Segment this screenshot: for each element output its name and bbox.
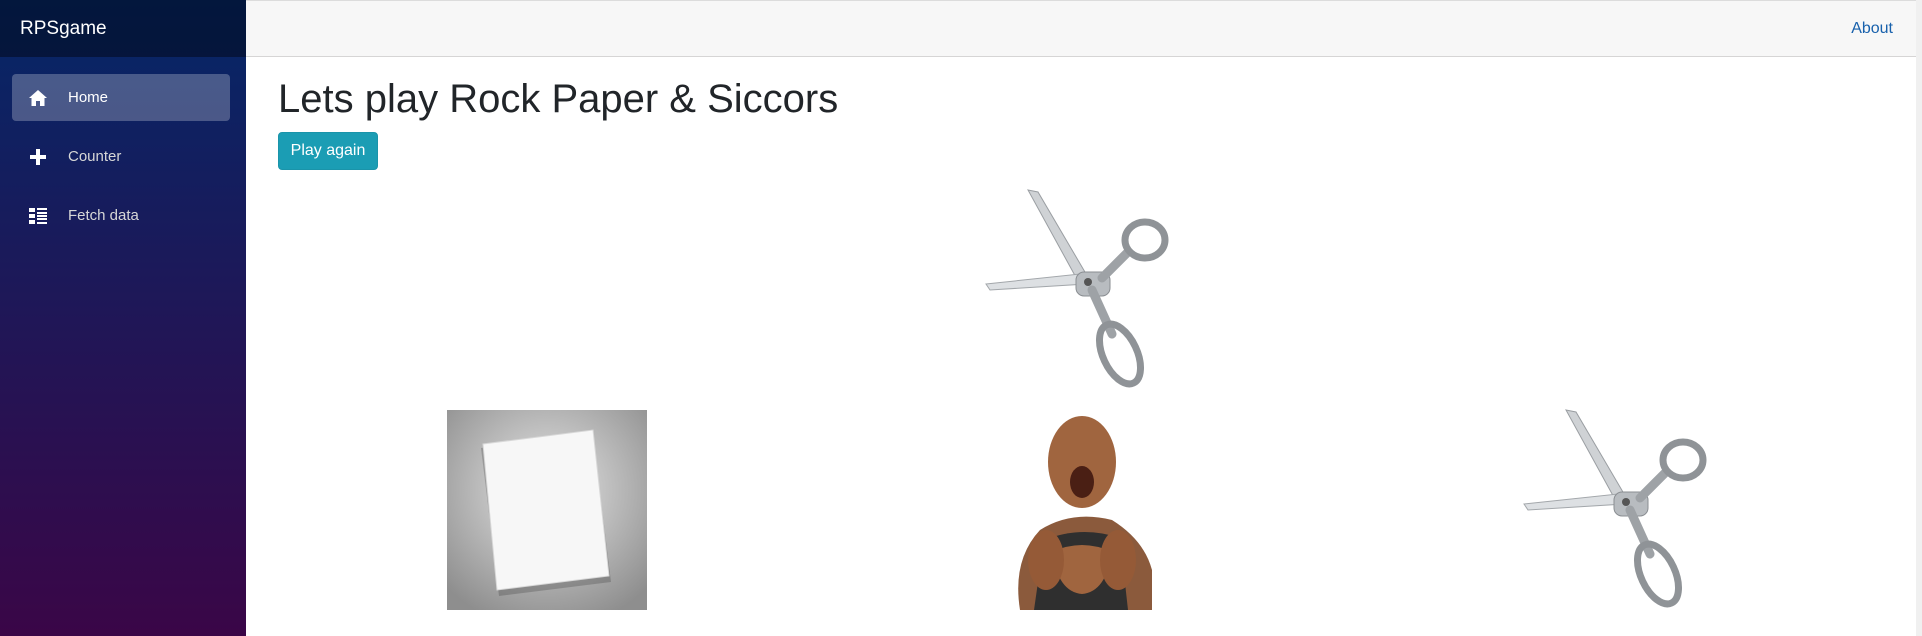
sidebar-item-label: Counter — [68, 148, 122, 165]
play-again-button[interactable]: Play again — [278, 132, 378, 170]
paper-option-image[interactable] — [447, 410, 647, 610]
sidebar-item-label: Home — [68, 89, 109, 106]
rock-option-image[interactable] — [1012, 410, 1152, 610]
computer-choice-scissors-image — [985, 189, 1169, 388]
sidebar: RPSgame Home Counter Fetch data — [0, 0, 246, 636]
nav-menu: Home Counter Fetch data — [0, 57, 246, 239]
top-row: About — [246, 0, 1922, 57]
scissors-option-image[interactable] — [1518, 406, 1728, 612]
page-title: Lets play Rock Paper & Siccors — [278, 77, 839, 121]
window-scrollbar[interactable] — [1916, 0, 1922, 636]
brand-bar: RPSgame — [0, 0, 246, 57]
sidebar-item-fetch-data[interactable]: Fetch data — [12, 192, 230, 239]
sidebar-item-home[interactable]: Home — [12, 74, 230, 121]
list-icon — [28, 206, 48, 226]
plus-icon — [28, 147, 48, 167]
about-link[interactable]: About — [1851, 20, 1893, 38]
brand-link[interactable]: RPSgame — [20, 18, 107, 40]
sidebar-item-label: Fetch data — [68, 207, 139, 224]
sidebar-item-counter[interactable]: Counter — [12, 133, 230, 180]
home-icon — [28, 88, 48, 108]
